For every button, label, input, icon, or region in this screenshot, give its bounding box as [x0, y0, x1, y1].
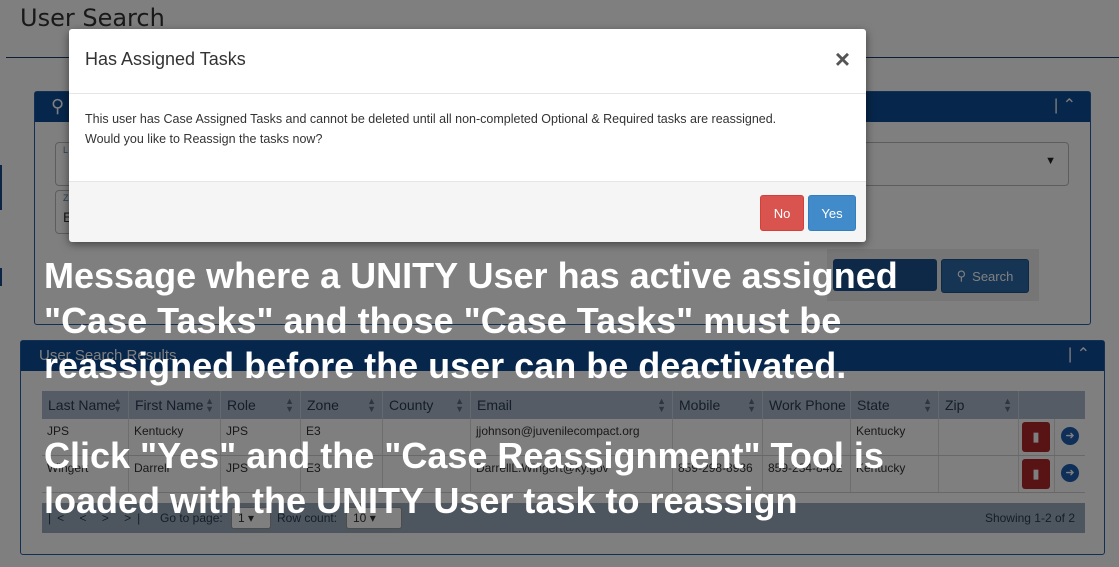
dialog-title: Has Assigned Tasks — [85, 49, 246, 69]
annotation-message: Message where a UNITY User has active as… — [44, 253, 1114, 388]
annotation-line: reassigned before the user can be deacti… — [44, 345, 847, 386]
dialog-body: This user has Case Assigned Tasks and ca… — [85, 109, 845, 149]
assigned-tasks-dialog: Has Assigned Tasks × This user has Case … — [69, 29, 866, 242]
close-icon[interactable]: × — [835, 46, 850, 72]
dialog-question: Would you like to Reassign the tasks now… — [85, 132, 323, 146]
dialog-header: Has Assigned Tasks × — [69, 29, 866, 94]
dialog-footer: No Yes — [69, 181, 866, 242]
annotation-instruction: Click "Yes" and the "Case Reassignment" … — [44, 433, 1114, 523]
annotation-line: Message where a UNITY User has active as… — [44, 255, 898, 296]
no-button[interactable]: No — [760, 195, 804, 231]
annotation-line: Click "Yes" and the "Case Reassignment" … — [44, 435, 884, 476]
annotation-line: loaded with the UNITY User task to reass… — [44, 480, 798, 521]
dialog-message: This user has Case Assigned Tasks and ca… — [85, 112, 777, 126]
annotation-line: "Case Tasks" and those "Case Tasks" must… — [44, 300, 842, 341]
yes-button[interactable]: Yes — [808, 195, 856, 231]
